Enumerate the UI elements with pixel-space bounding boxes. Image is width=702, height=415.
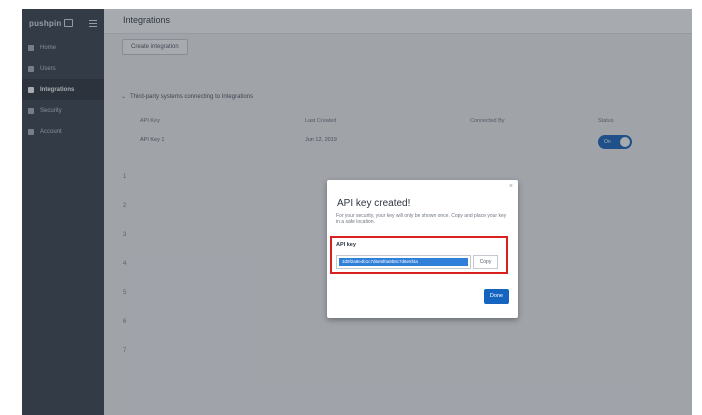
copy-button[interactable]: Copy (473, 255, 498, 269)
dialog-message: For your security, your key will only be… (336, 213, 507, 226)
close-icon[interactable]: × (509, 183, 513, 190)
dialog-title: API key created! (337, 198, 411, 209)
api-key-label: API key (336, 242, 356, 248)
api-key-dialog: × API key created! For your security, yo… (327, 180, 518, 318)
api-key-value[interactable]: 3d9f2a8e4b1c7d6e5f0a9b8c7d6e5f4a (339, 258, 468, 266)
api-key-field[interactable]: 3d9f2a8e4b1c7d6e5f0a9b8c7d6e5f4a (336, 255, 471, 269)
app-window: pushpin Home Users Integrations Security… (22, 9, 692, 415)
done-button[interactable]: Done (484, 289, 509, 304)
